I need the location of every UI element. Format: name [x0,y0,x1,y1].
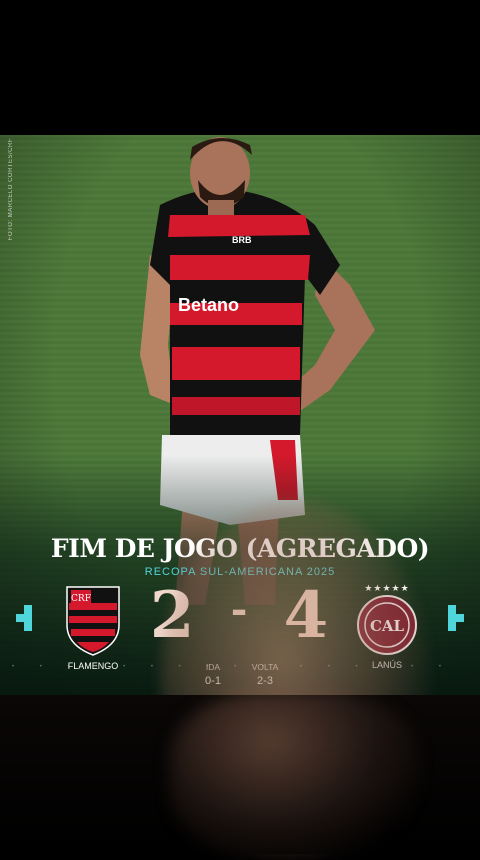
photo-credit: FOTO: MARCELO CORTES/CRF [8,138,14,241]
lanus-logo-text: CAL [370,617,405,635]
home-score: 2 [149,578,197,653]
decor-dots-left: • • • • • • • • • • [12,664,277,670]
lanus-stars: ★★★★★ [364,583,410,593]
second-leg-result: 2-3 [257,675,273,687]
competition-subtitle: RECOPA SUL-AMERICANA 2025 [144,566,336,578]
away-score: 4 [283,578,331,653]
letterbox-top [0,0,480,135]
shirt-brand: BRB [232,235,252,245]
lanus-crest-icon: CAL [356,594,418,656]
away-team: ★★★★★ CAL LANÚS [352,583,422,670]
first-leg-result: 0-1 [205,675,221,687]
headline: FIM DE JOGO (AGREGADO) [50,534,430,563]
score-separator: - [230,586,250,633]
shirt-sponsor: Betano [178,295,240,315]
blurred-hand-lower [170,690,420,860]
decor-dots-right: • • • • • • [300,664,453,670]
